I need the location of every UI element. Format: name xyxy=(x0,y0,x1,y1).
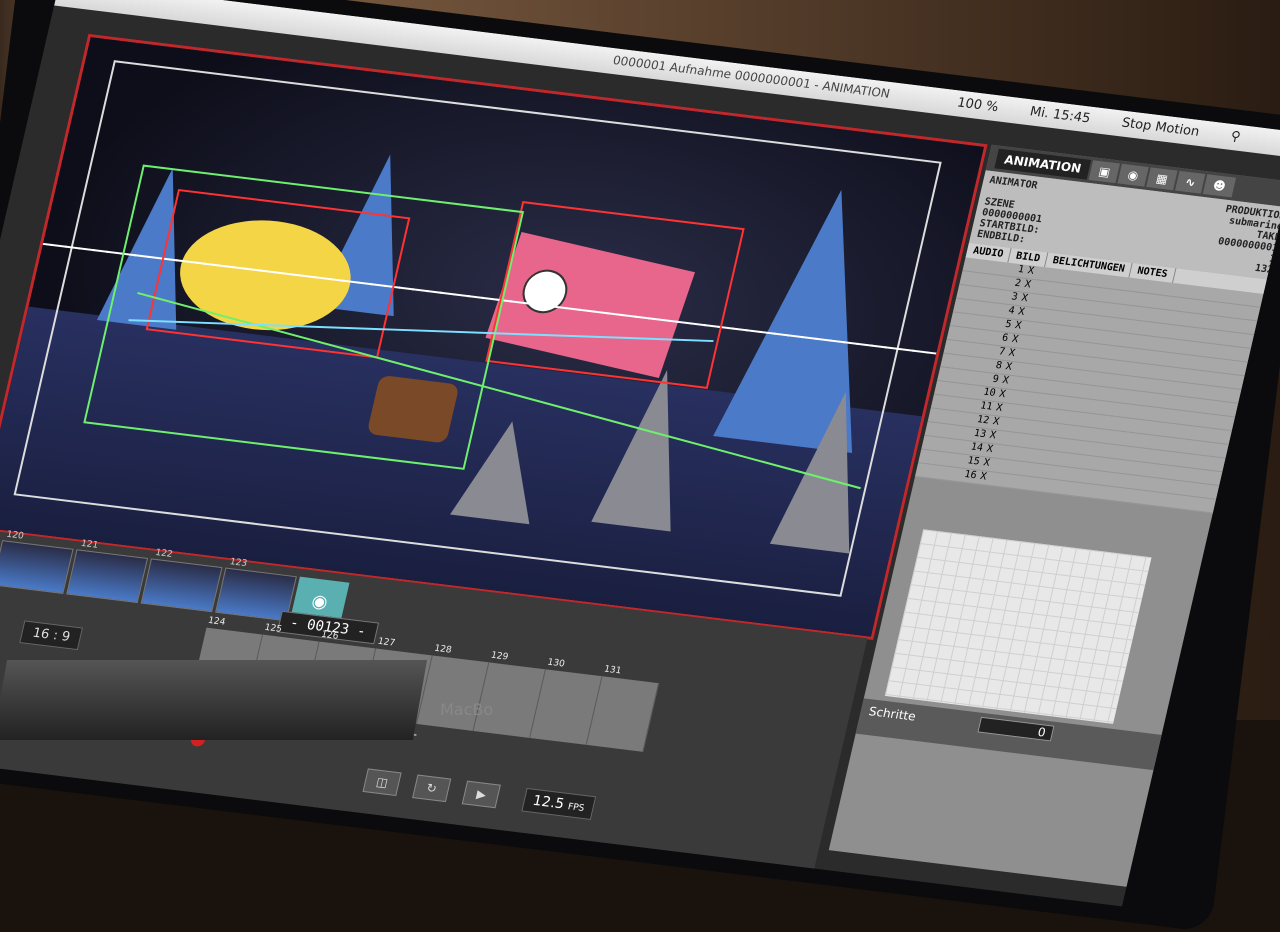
frame-number: 131 xyxy=(602,664,623,677)
loop-icon[interactable]: ↻ xyxy=(412,774,452,803)
schritte-label: Schritte xyxy=(867,704,918,724)
row-mark: X xyxy=(1004,361,1013,373)
selection-box-red[interactable] xyxy=(485,200,745,389)
selection-box-green[interactable] xyxy=(83,164,525,470)
row-mark: X xyxy=(998,388,1007,401)
frame-thumbnail[interactable]: 122 xyxy=(140,548,223,613)
frame-number: 124 xyxy=(206,615,227,628)
row-mark: X xyxy=(982,457,991,469)
row-mark: X xyxy=(1017,306,1026,318)
app-name[interactable]: Stop Motion xyxy=(1120,116,1201,140)
frame-number: 128 xyxy=(433,643,453,656)
keyboard xyxy=(0,660,428,740)
fps-unit: FPS xyxy=(566,802,586,814)
frame-number: 125 xyxy=(263,622,283,635)
monitor-icon[interactable]: ▣ xyxy=(1088,160,1121,184)
row-mark: X xyxy=(991,416,1001,428)
user-icon[interactable]: ☻ xyxy=(1203,174,1236,198)
row-mark: X xyxy=(1026,265,1036,277)
row-mark: X xyxy=(1020,292,1029,305)
thumbnail-label: 120 xyxy=(5,529,25,542)
spotlight-icon[interactable]: ⚲ xyxy=(1229,129,1242,145)
sheet-rows: 1 X 2 X 3 X 4 X 5 X 6 X 7 X 8 X 9 X 10 X 11 X 12 X 13 X 14 X 15 X 16 X xyxy=(914,257,1274,515)
fps-value: 12.5 xyxy=(531,792,566,813)
row-mark: X xyxy=(979,470,988,483)
frame-thumbnail[interactable]: 120 xyxy=(0,530,74,594)
battery-text: 100 % xyxy=(955,95,1000,116)
thumbnail-label: 123 xyxy=(228,557,248,570)
thumbnail-label: 121 xyxy=(79,538,100,551)
row-mark: X xyxy=(985,443,994,456)
frame-number: 130 xyxy=(546,657,566,670)
row-mark: X xyxy=(1010,333,1020,346)
clock-text: Mi. 15:45 xyxy=(1028,104,1092,127)
screen: 0000001 Aufnahme 0000000001 - ANIMATION … xyxy=(0,0,1280,907)
frame-number: 127 xyxy=(376,636,396,649)
schritte-field[interactable]: 0 xyxy=(977,716,1055,742)
frame-thumbnail[interactable]: 121 xyxy=(66,539,149,604)
aspect-ratio-button[interactable]: 16 : 9 xyxy=(19,620,84,651)
brand-label: MacBo xyxy=(440,700,494,719)
row-mark: X xyxy=(1007,347,1017,360)
fps-field[interactable]: 12.5 FPS xyxy=(521,787,597,820)
row-mark: X xyxy=(1023,278,1032,291)
play-icon[interactable]: ▶ xyxy=(461,780,501,809)
thumbnail-label: 122 xyxy=(154,547,174,560)
image-icon[interactable]: ▦ xyxy=(1146,167,1178,191)
row-mark: X xyxy=(994,402,1004,414)
audio-icon[interactable]: ∿ xyxy=(1175,170,1206,194)
frame-number: 129 xyxy=(489,650,510,663)
row-mark: X xyxy=(988,429,998,442)
row-mark: X xyxy=(1013,320,1023,332)
photo-scene: 0000001 Aufnahme 0000000001 - ANIMATION … xyxy=(0,0,1280,932)
camera-icon[interactable]: ◉ xyxy=(1117,163,1149,187)
curve-editor[interactable] xyxy=(884,529,1152,724)
frame-number: 126 xyxy=(320,629,340,642)
split-view-icon[interactable]: ◫ xyxy=(362,768,402,797)
row-mark: X xyxy=(1001,374,1010,387)
